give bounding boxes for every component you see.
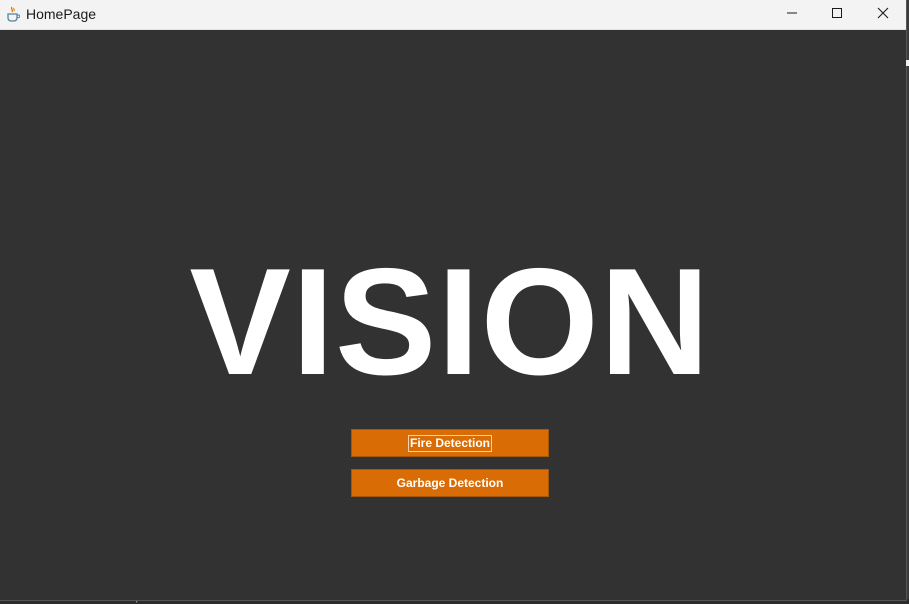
desktop: testperformance HomePage — [0, 0, 909, 604]
fire-detection-button[interactable]: Fire Detection — [351, 429, 549, 457]
close-button[interactable] — [860, 0, 906, 29]
homepage-window: HomePage VISION Fire Detection Garbage D… — [0, 0, 906, 600]
close-icon — [877, 6, 889, 24]
content-panel: VISION Fire Detection Garbage Detection — [0, 30, 906, 600]
vision-headline: VISION — [189, 237, 711, 407]
minimize-button[interactable] — [769, 0, 815, 29]
title-bar[interactable]: HomePage — [0, 0, 906, 30]
fire-detection-label: Fire Detection — [407, 434, 492, 452]
garbage-detection-label: Garbage Detection — [396, 476, 504, 490]
maximize-button[interactable] — [814, 0, 860, 29]
java-cup-icon — [6, 6, 21, 22]
garbage-detection-button[interactable]: Garbage Detection — [351, 469, 549, 497]
maximize-icon — [831, 6, 843, 24]
minimize-icon — [786, 6, 798, 24]
window-title: HomePage — [26, 6, 97, 22]
